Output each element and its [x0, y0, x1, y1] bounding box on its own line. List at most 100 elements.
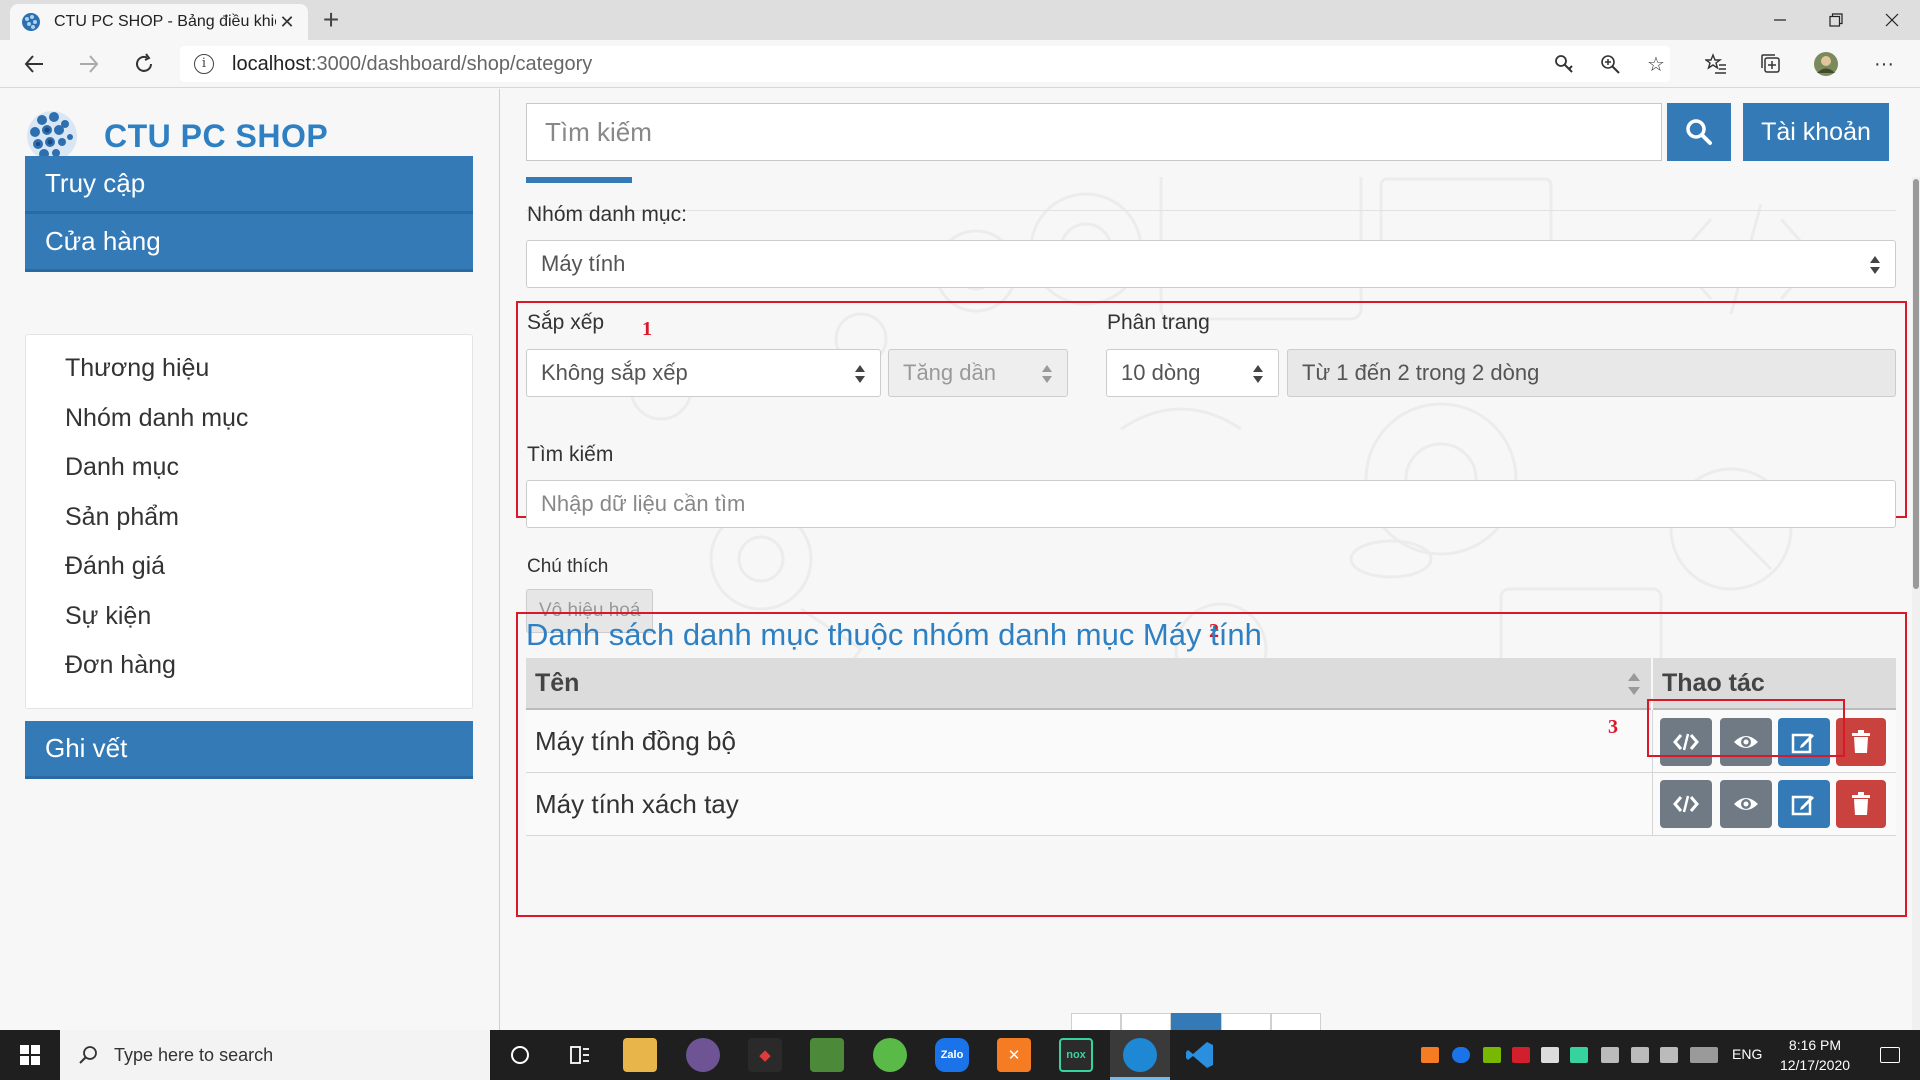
annotation-box-3	[1647, 699, 1845, 757]
zalo-icon[interactable]: Zalo	[935, 1038, 969, 1072]
account-button[interactable]: Tài khoản	[1743, 103, 1889, 161]
tab-close-icon[interactable]: ✕	[276, 12, 298, 33]
keyboard-icon[interactable]	[1690, 1047, 1718, 1063]
start-button[interactable]	[0, 1030, 60, 1080]
nox-player-icon[interactable]: nox	[1059, 1038, 1093, 1072]
back-button[interactable]	[18, 48, 50, 80]
nox-tray-icon[interactable]	[1570, 1047, 1588, 1063]
pagination-item-active[interactable]	[1171, 1013, 1221, 1030]
refresh-button[interactable]	[128, 48, 160, 80]
page-size-select[interactable]: 10 dòng	[1106, 349, 1279, 397]
sidebar-item-events[interactable]: Sự kiện	[65, 602, 151, 631]
sidebar-section-shop[interactable]: Cửa hàng	[25, 214, 473, 272]
sidebar-item-categories[interactable]: Danh mục	[65, 453, 179, 482]
minimize-button[interactable]	[1752, 0, 1808, 40]
close-icon	[1885, 13, 1899, 27]
pagination-item[interactable]	[1221, 1013, 1271, 1030]
delete-button[interactable]	[1836, 780, 1886, 828]
column-header-name-label: Tên	[535, 668, 580, 697]
select-arrows-icon	[1870, 256, 1880, 274]
favorite-star-icon[interactable]: ☆	[1642, 50, 1670, 78]
minimize-icon	[1774, 19, 1786, 21]
trash-icon	[1852, 792, 1870, 815]
paging-info: Từ 1 đến 2 trong 2 dòng	[1287, 349, 1896, 397]
table-row: Máy tính xách tay	[526, 773, 1896, 836]
annotation-number-1: 1	[642, 318, 652, 340]
pagination-item[interactable]	[1071, 1013, 1121, 1030]
shield-tray-icon[interactable]	[1541, 1047, 1559, 1063]
code-button[interactable]	[1660, 780, 1712, 828]
task-view-icon[interactable]	[503, 1038, 537, 1072]
sidebar-item-brands[interactable]: Thương hiệu	[65, 354, 209, 383]
header-search-button[interactable]	[1667, 103, 1731, 161]
column-header-name[interactable]: Tên	[526, 658, 1651, 710]
clock-time: 8:16 PM	[1788, 1037, 1842, 1053]
site-info-icon[interactable]: i	[194, 54, 214, 74]
edge-browser-icon[interactable]	[1123, 1038, 1157, 1072]
pagination-item[interactable]	[1271, 1013, 1321, 1030]
zoom-icon[interactable]	[1596, 50, 1624, 78]
new-tab-button[interactable]: +	[316, 6, 346, 36]
sidebar-item-reviews[interactable]: Đánh giá	[65, 552, 165, 581]
sidebar-item-category-groups[interactable]: Nhóm danh mục	[65, 404, 248, 433]
timeline-icon[interactable]	[563, 1038, 597, 1072]
row-name: Máy tính đồng bộ	[535, 726, 736, 756]
key-icon[interactable]	[1550, 50, 1578, 78]
category-group-select[interactable]: Máy tính	[526, 240, 1896, 288]
favorites-list-icon[interactable]	[1702, 50, 1730, 78]
windows-logo-icon	[20, 1045, 40, 1065]
xampp-icon[interactable]: ✕	[997, 1038, 1031, 1072]
sidebar-section-logs[interactable]: Ghi vết	[25, 721, 473, 779]
note-label: Chú thích	[527, 556, 609, 577]
nvidia-tray-icon[interactable]	[1483, 1047, 1501, 1063]
brand-name: CTU PC SHOP	[104, 117, 329, 154]
notification-icon[interactable]	[1880, 1047, 1900, 1063]
coccoc-browser-icon[interactable]	[873, 1038, 907, 1072]
url-field[interactable]: i localhost:3000/dashboard/shop/category	[180, 46, 1670, 82]
github-desktop-icon[interactable]	[686, 1038, 720, 1072]
sort-order-value: Tăng dần	[903, 360, 996, 385]
input-language[interactable]: ENG	[1732, 1046, 1762, 1062]
view-button[interactable]	[1720, 780, 1772, 828]
vscode-icon[interactable]	[1183, 1038, 1217, 1072]
scrollbar-thumb[interactable]	[1913, 179, 1919, 589]
restore-icon	[1829, 13, 1843, 27]
annotation-number-3: 3	[1608, 716, 1618, 738]
wifi-icon[interactable]	[1601, 1047, 1619, 1063]
antivirus-tray-icon[interactable]	[1512, 1047, 1530, 1063]
forward-button[interactable]	[73, 48, 105, 80]
search-icon	[1686, 119, 1712, 145]
excel-like-icon[interactable]	[810, 1038, 844, 1072]
more-menu-icon[interactable]: ···	[1870, 50, 1898, 78]
shop-submenu: Thương hiệu Nhóm danh mục Danh mục Sản p…	[25, 334, 473, 709]
arrow-right-icon	[80, 55, 99, 73]
file-explorer-icon[interactable]	[623, 1038, 657, 1072]
search-icon	[79, 1046, 97, 1064]
select-arrows-icon	[1042, 365, 1052, 383]
close-window-button[interactable]	[1864, 0, 1920, 40]
sort-arrows-icon	[1628, 673, 1640, 695]
taskbar-search-box[interactable]: Type here to search	[60, 1030, 490, 1080]
top-bar: Tìm kiếm Tài khoản	[501, 89, 1920, 177]
system-clock[interactable]: 8:16 PM 12/17/2020	[1770, 1035, 1860, 1075]
header-search-input[interactable]: Tìm kiếm	[526, 103, 1662, 161]
sort-select[interactable]: Không sắp xếp	[526, 349, 881, 397]
profile-avatar-icon[interactable]	[1812, 50, 1840, 78]
sidebar-item-products[interactable]: Sản phẩm	[65, 503, 179, 532]
collections-icon[interactable]	[1757, 50, 1785, 78]
clock-date: 12/17/2020	[1779, 1057, 1851, 1073]
list-title: Danh sách danh mục thuộc nhóm danh mục M…	[526, 617, 1262, 652]
garena-icon[interactable]: ◆	[748, 1038, 782, 1072]
volume-icon[interactable]	[1660, 1047, 1678, 1063]
restore-button[interactable]	[1808, 0, 1864, 40]
sidebar-section-access[interactable]: Truy cập	[25, 156, 473, 214]
sidebar-item-orders[interactable]: Đơn hàng	[65, 651, 176, 680]
main-content: Tìm kiếm Tài khoản Nhóm danh mục: Máy tí…	[501, 89, 1920, 1030]
edit-button[interactable]	[1778, 780, 1830, 828]
filter-search-input[interactable]: Nhập dữ liệu cần tìm	[526, 480, 1896, 528]
browser-tab[interactable]: CTU PC SHOP - Bảng điều khiển ✕	[10, 4, 308, 40]
zalo-tray-icon[interactable]	[1452, 1047, 1470, 1063]
battery-icon[interactable]	[1631, 1047, 1649, 1063]
xampp-tray-icon[interactable]	[1421, 1047, 1439, 1063]
pagination-item[interactable]	[1121, 1013, 1171, 1030]
